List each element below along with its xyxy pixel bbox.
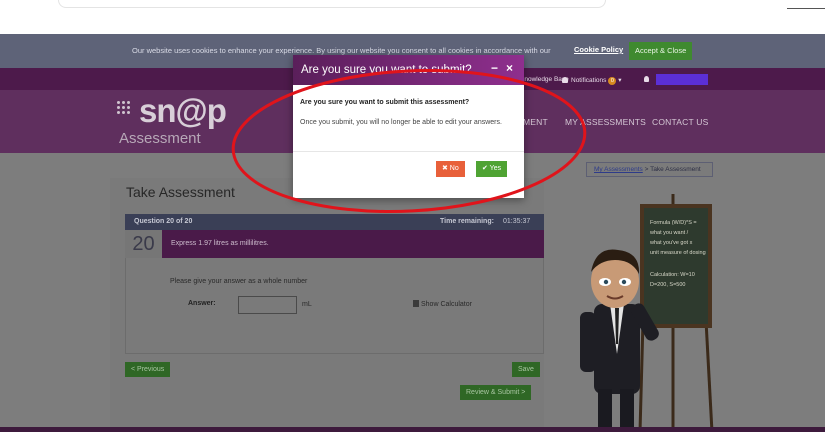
user-icon bbox=[644, 76, 649, 83]
question-text: Express 1.97 litres as millilitres. bbox=[171, 240, 269, 247]
yes-button[interactable]: ✔ Yes bbox=[476, 161, 508, 177]
dialog-question: Are you sure you want to submit this ass… bbox=[300, 99, 470, 106]
breadcrumb-separator: > bbox=[642, 166, 651, 173]
notifications-badge: 0 bbox=[608, 77, 617, 85]
review-submit-button[interactable]: Review & Submit > bbox=[460, 385, 532, 400]
breadcrumb-my-assessments[interactable]: My Assessments bbox=[594, 166, 643, 173]
show-calculator-link[interactable]: Show Calculator bbox=[413, 300, 472, 308]
calculator-icon bbox=[413, 300, 419, 307]
cookie-text: Our website uses cookies to enhance your… bbox=[132, 46, 551, 55]
breadcrumb-current: Take Assessment bbox=[650, 166, 701, 173]
answer-label: Answer: bbox=[188, 300, 216, 307]
answer-unit: mL bbox=[302, 301, 312, 308]
previous-button[interactable]: < Previous bbox=[125, 362, 171, 377]
notifications-label: Notifications bbox=[571, 77, 607, 84]
browser-top-strip bbox=[0, 0, 825, 34]
time-remaining-value: 01:35:37 bbox=[503, 218, 531, 225]
teacher-illustration: Formula (W/D)*S = what you want / what y… bbox=[580, 194, 714, 432]
address-bar-edge bbox=[58, 0, 606, 8]
minimize-icon[interactable]: − bbox=[491, 61, 498, 75]
redacted-username bbox=[656, 74, 708, 85]
nav-item-assessment[interactable]: MENT bbox=[523, 117, 548, 127]
save-button[interactable]: Save bbox=[512, 362, 540, 377]
dialog-divider bbox=[293, 151, 524, 152]
answer-instruction: Please give your answer as a whole numbe… bbox=[170, 278, 308, 285]
no-button[interactable]: ✖ No bbox=[436, 161, 465, 177]
logo-subtitle: Assessment bbox=[119, 130, 201, 147]
breadcrumb: My Assessments > Take Assessment bbox=[586, 162, 713, 177]
footer-bar bbox=[0, 427, 825, 432]
nav-item-contact-us[interactable]: CONTACT US bbox=[652, 117, 708, 127]
dialog-header: Are you sure you want to submit? − × bbox=[293, 55, 524, 85]
logo-dots-icon bbox=[117, 101, 135, 115]
chalk-line-2: what you want / bbox=[649, 230, 689, 236]
time-remaining-label: Time remaining: bbox=[440, 218, 494, 225]
chalk-line-6: D=200, S=500 bbox=[650, 282, 685, 288]
chalk-line-1: Formula (W/D)*S = bbox=[650, 220, 697, 226]
chalk-line-5: Calculation: W=10 bbox=[650, 272, 695, 278]
question-counter: Question 20 of 20 bbox=[134, 218, 193, 225]
chalk-line-4: unit measure of dosing bbox=[650, 250, 706, 256]
close-icon[interactable]: × bbox=[506, 61, 513, 75]
user-menu[interactable] bbox=[644, 76, 649, 83]
logo[interactable]: sn@p bbox=[139, 92, 227, 130]
bell-icon bbox=[562, 77, 568, 84]
top-right-line bbox=[787, 8, 825, 9]
nav-item-my-assessments[interactable]: MY ASSESSMENTS bbox=[565, 117, 646, 127]
page-title: Take Assessment bbox=[126, 184, 235, 200]
cookie-policy-link[interactable]: Cookie Policy bbox=[574, 45, 623, 54]
submit-confirm-dialog: Are you sure you want to submit? − × Are… bbox=[293, 55, 524, 198]
question-header: Question 20 of 20 Time remaining: 01:35:… bbox=[125, 214, 544, 230]
accept-cookies-button[interactable]: Accept & Close bbox=[629, 42, 693, 60]
notifications-link[interactable]: Notifications 0 ▾ bbox=[562, 76, 621, 85]
dialog-message: Once you submit, you will no longer be a… bbox=[300, 119, 502, 126]
dialog-title: Are you sure you want to submit? bbox=[301, 64, 472, 76]
question-body: 20 Express 1.97 litres as millilitres. bbox=[125, 230, 544, 258]
chalk-line-3: what you've got x bbox=[649, 240, 693, 246]
show-calculator-label: Show Calculator bbox=[421, 301, 472, 308]
answer-input[interactable] bbox=[238, 296, 297, 314]
question-number: 20 bbox=[125, 230, 162, 258]
